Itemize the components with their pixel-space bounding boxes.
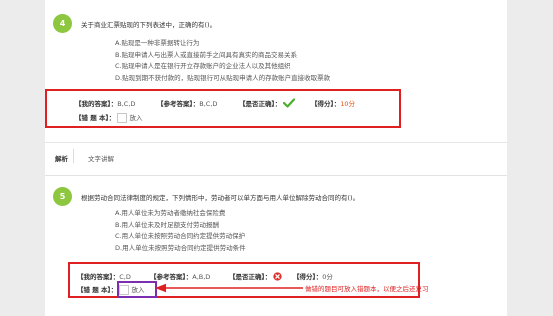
my-answer-value: C,D [119,273,131,281]
my-answer-5: 【我的答案】：C,D [77,271,131,281]
wrongbook-label: 【错 题 本】： [75,114,116,122]
option-b: B.用人单位未及时足额支付劳动报酬 [115,220,220,229]
text-explanation-link[interactable]: 文字讲解 [88,153,114,163]
score-value: 0分 [322,273,333,281]
options-list-4: A.贴现是一种非票据转让行为 B.贴现申请人与出票人或直接前手之间具有真实的商品… [115,38,330,84]
option-a: A.用人单位未为劳动者缴纳社会保险费 [115,209,226,217]
wrongbook-action[interactable]: 放入 [129,114,142,122]
my-answer-label: 【我的答案】： [75,100,118,108]
explain-separator [73,149,74,163]
option-d: D.贴现到期不获付款的，贴现银行可从贴现申请人的存款账户直接收取票款 [115,73,331,82]
annotation-note: 做错的题目可放入错题本，以便之后还复习 [305,285,429,293]
ref-answer-label: 【参考答案】： [157,100,200,108]
option-a: A.贴现是一种非票据转让行为 [115,39,200,47]
question-card-5: 5 根据劳动合同法律制度的规定，下列情形中，劳动者可以单方面与用人单位解除劳动合… [45,176,507,316]
x-circle-icon [273,271,282,283]
option-d: D.用人单位未按照劳动合同约定提供劳动条件 [115,243,246,252]
score-4: 【得分】：10分 [311,98,355,108]
question-number-4: 4 [53,14,72,33]
explain-tag: 解析 [55,155,68,163]
my-answer-4: 【我的答案】：B,C,D [75,98,135,108]
arrow-left-icon [155,283,303,295]
ref-answer-value: A,B,D [192,273,211,281]
wrongbook-checkbox-4[interactable] [117,113,128,123]
option-c: C.用人单位未按照劳动合同约定提供劳动保护 [115,232,246,240]
correct-status-4: 【是否正确】： [239,98,296,110]
question-stem-4: 关于商业汇票贴现的下列表述中，正确的有()。 [81,21,217,29]
correct-label: 【是否正确】： [239,100,282,108]
ref-answer-value: B,C,D [199,100,218,108]
option-c: C.贴现申请人是在银行开立存款账户的企业法人以及其他组织 [115,62,291,70]
option-b: B.贴现申请人与出票人或直接前手之间具有真实的商品交易关系 [115,50,298,59]
divider [45,142,507,143]
score-label: 【得分】： [293,273,323,281]
score-value: 10分 [340,100,356,108]
wrongbook-row-4: 【错 题 本】： 放入 [75,112,142,123]
ref-answer-4: 【参考答案】：B,C,D [157,98,217,108]
ref-answer-5: 【参考答案】：A,B,D [150,271,210,281]
ref-answer-label: 【参考答案】： [150,273,193,281]
question-stem-5: 根据劳动合同法律制度的规定，下列情形中，劳动者可以单方面与用人单位解除劳动合同的… [81,194,360,202]
options-list-5: A.用人单位未为劳动者缴纳社会保险费 B.用人单位未及时足额支付劳动报酬 C.用… [115,208,246,254]
wrongbook-highlight-frame [117,281,157,298]
check-icon [283,98,296,110]
my-answer-value: B,C,D [117,100,136,108]
score-5: 【得分】：0分 [293,271,333,281]
question-number-5: 5 [53,187,72,206]
my-answer-label: 【我的答案】： [77,273,120,281]
correct-status-5: 【是否正确】： [229,271,282,283]
correct-label: 【是否正确】： [229,273,272,281]
question-card-4: 4 关于商业汇票贴现的下列表述中，正确的有()。 A.贴现是一种非票据转让行为 … [45,0,507,176]
wrongbook-label: 【错 题 本】： [77,286,118,294]
score-label: 【得分】： [311,100,341,108]
